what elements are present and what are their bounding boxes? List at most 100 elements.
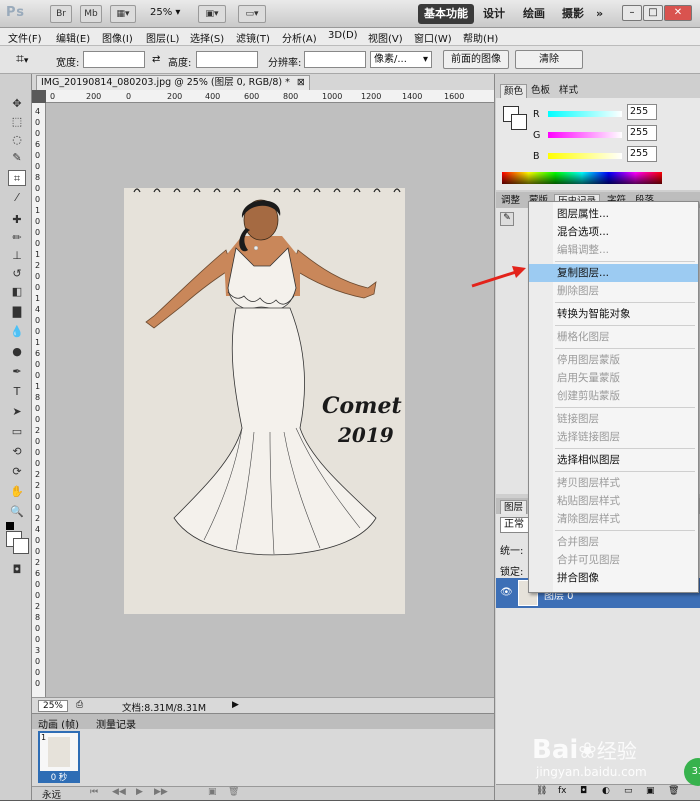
- clear-button[interactable]: 清除: [515, 50, 583, 69]
- new-frame-icon[interactable]: ▣: [208, 787, 217, 797]
- marquee-tool-icon[interactable]: ⬚: [8, 114, 26, 130]
- close-tab-icon[interactable]: ⊠: [297, 77, 305, 88]
- delete-layer-icon[interactable]: 🗑: [668, 786, 679, 796]
- loop-select[interactable]: 永远: [42, 787, 61, 801]
- background-color-preview[interactable]: [511, 114, 527, 130]
- arrange-documents-button[interactable]: ▣▾: [198, 5, 226, 23]
- brush-tool-icon[interactable]: ✏: [8, 230, 26, 246]
- first-frame-icon[interactable]: ⏮: [90, 787, 98, 797]
- crop-tool-icon[interactable]: ⌗: [8, 170, 26, 186]
- next-frame-icon[interactable]: ▶▶: [154, 787, 168, 797]
- move-tool-icon[interactable]: ✥: [8, 96, 26, 112]
- view-extras-button[interactable]: ▦▾: [110, 5, 136, 23]
- menu-help[interactable]: 帮助(H): [463, 30, 498, 45]
- menu-view[interactable]: 视图(V): [368, 30, 403, 45]
- context-menu-item[interactable]: 转换为智能对象: [529, 305, 698, 323]
- document-canvas[interactable]: Comet 2019: [124, 188, 405, 614]
- menu-filter[interactable]: 滤镜(T): [236, 30, 270, 45]
- zoom-tool-icon[interactable]: 🔍: [8, 504, 26, 520]
- context-menu-item[interactable]: 混合选项...: [529, 223, 698, 241]
- context-menu-item[interactable]: 拼合图像: [529, 569, 698, 587]
- path-selection-tool-icon[interactable]: ➤: [8, 404, 26, 420]
- history-brush-tool-icon[interactable]: ↺: [8, 266, 26, 282]
- blue-value-field[interactable]: 255: [627, 146, 657, 162]
- status-menu-arrow-icon[interactable]: ▶: [232, 700, 239, 710]
- screen-mode-button[interactable]: ▭▾: [238, 5, 266, 23]
- crop-tool-preset[interactable]: ⌗▾: [16, 51, 28, 67]
- zoom-level-select[interactable]: 25% ▾: [150, 7, 180, 18]
- tab-swatches[interactable]: 色板: [528, 84, 553, 98]
- green-slider[interactable]: [548, 132, 622, 138]
- layer-style-icon[interactable]: fx: [558, 786, 567, 796]
- workspace-photography[interactable]: 摄影: [562, 4, 584, 24]
- shape-tool-icon[interactable]: ▭: [8, 424, 26, 440]
- tab-adjustments[interactable]: 调整: [498, 194, 523, 208]
- type-tool-icon[interactable]: T: [8, 384, 26, 400]
- frame-delay[interactable]: 0 秒: [40, 771, 78, 783]
- animation-frame[interactable]: 1 0 秒: [38, 731, 80, 783]
- eyedropper-tool-icon[interactable]: ⁄: [8, 190, 26, 206]
- hand-tool-icon[interactable]: ✋: [8, 484, 26, 500]
- height-field[interactable]: [196, 51, 258, 68]
- menu-image[interactable]: 图像(I): [102, 30, 133, 45]
- document-tab[interactable]: IMG_20190814_080203.jpg @ 25% (图层 0, RGB…: [36, 75, 310, 90]
- context-menu-item[interactable]: 图层属性...: [529, 205, 698, 223]
- minimize-button[interactable]: –: [622, 5, 642, 21]
- lasso-tool-icon[interactable]: ◌: [8, 132, 26, 148]
- eraser-tool-icon[interactable]: ◧: [8, 284, 26, 300]
- healing-brush-tool-icon[interactable]: ✚: [8, 212, 26, 228]
- bridge-button[interactable]: Br: [50, 5, 72, 23]
- tab-color[interactable]: 颜色: [500, 84, 528, 98]
- context-menu-item[interactable]: 复制图层...: [529, 264, 698, 282]
- tab-styles[interactable]: 样式: [556, 84, 581, 98]
- menu-edit[interactable]: 编辑(E): [56, 30, 90, 45]
- default-colors-icon[interactable]: [6, 522, 14, 530]
- red-value-field[interactable]: 255: [627, 104, 657, 120]
- quick-mask-icon[interactable]: ◘: [8, 562, 26, 578]
- visibility-eye-icon[interactable]: 👁: [500, 587, 513, 598]
- menu-file[interactable]: 文件(F): [8, 30, 42, 45]
- width-field[interactable]: [83, 51, 145, 68]
- link-layers-icon[interactable]: ⛓: [536, 786, 547, 796]
- swap-dimensions-button[interactable]: ⇄: [152, 54, 160, 65]
- menu-layer[interactable]: 图层(L): [146, 30, 179, 45]
- resolution-unit-select[interactable]: 像素/... ▾: [370, 51, 432, 68]
- tab-layers[interactable]: 图层: [500, 500, 528, 514]
- delete-frame-icon[interactable]: 🗑: [228, 787, 239, 797]
- menu-select[interactable]: 选择(S): [190, 30, 224, 45]
- blue-slider[interactable]: [548, 153, 622, 159]
- previous-frame-icon[interactable]: ◀◀: [112, 787, 126, 797]
- gradient-tool-icon[interactable]: ▇: [8, 304, 26, 320]
- menu-3d[interactable]: 3D(D): [328, 30, 358, 41]
- adjustment-layer-icon[interactable]: ◐: [602, 786, 610, 796]
- add-mask-icon[interactable]: ◘: [580, 786, 587, 796]
- minibridge-button[interactable]: Mb: [80, 5, 102, 23]
- menu-analysis[interactable]: 分析(A): [282, 30, 317, 45]
- menu-window[interactable]: 窗口(W): [414, 30, 452, 45]
- new-layer-icon[interactable]: ▣: [646, 786, 655, 796]
- 3d-orbit-tool-icon[interactable]: ⟳: [8, 464, 26, 480]
- red-slider[interactable]: [548, 111, 622, 117]
- play-icon[interactable]: ▶: [136, 787, 143, 797]
- maximize-button[interactable]: □: [643, 5, 663, 21]
- context-menu-item[interactable]: 选择相似图层: [529, 451, 698, 469]
- new-group-icon[interactable]: ▭: [624, 786, 633, 796]
- dodge-tool-icon[interactable]: ●: [8, 344, 26, 360]
- more-workspaces-button[interactable]: »: [596, 4, 603, 24]
- workspace-basic[interactable]: 基本功能: [418, 4, 474, 24]
- workspace-design[interactable]: 设计: [483, 4, 505, 24]
- blur-tool-icon[interactable]: 💧: [8, 324, 26, 340]
- background-color-swatch[interactable]: [13, 538, 29, 554]
- close-button[interactable]: ✕: [664, 5, 692, 21]
- green-value-field[interactable]: 255: [627, 125, 657, 141]
- status-zoom-field[interactable]: 25%: [38, 700, 68, 712]
- resolution-field[interactable]: [304, 51, 366, 68]
- history-brush-source-icon[interactable]: ✎: [500, 212, 514, 226]
- front-image-button[interactable]: 前面的图像: [443, 50, 509, 69]
- color-spectrum[interactable]: [502, 172, 662, 184]
- workspace-painting[interactable]: 绘画: [523, 4, 545, 24]
- pen-tool-icon[interactable]: ✒: [8, 364, 26, 380]
- 3d-rotate-tool-icon[interactable]: ⟲: [8, 444, 26, 460]
- clone-stamp-tool-icon[interactable]: ⊥: [8, 248, 26, 264]
- status-export-icon[interactable]: ⎙: [76, 700, 83, 710]
